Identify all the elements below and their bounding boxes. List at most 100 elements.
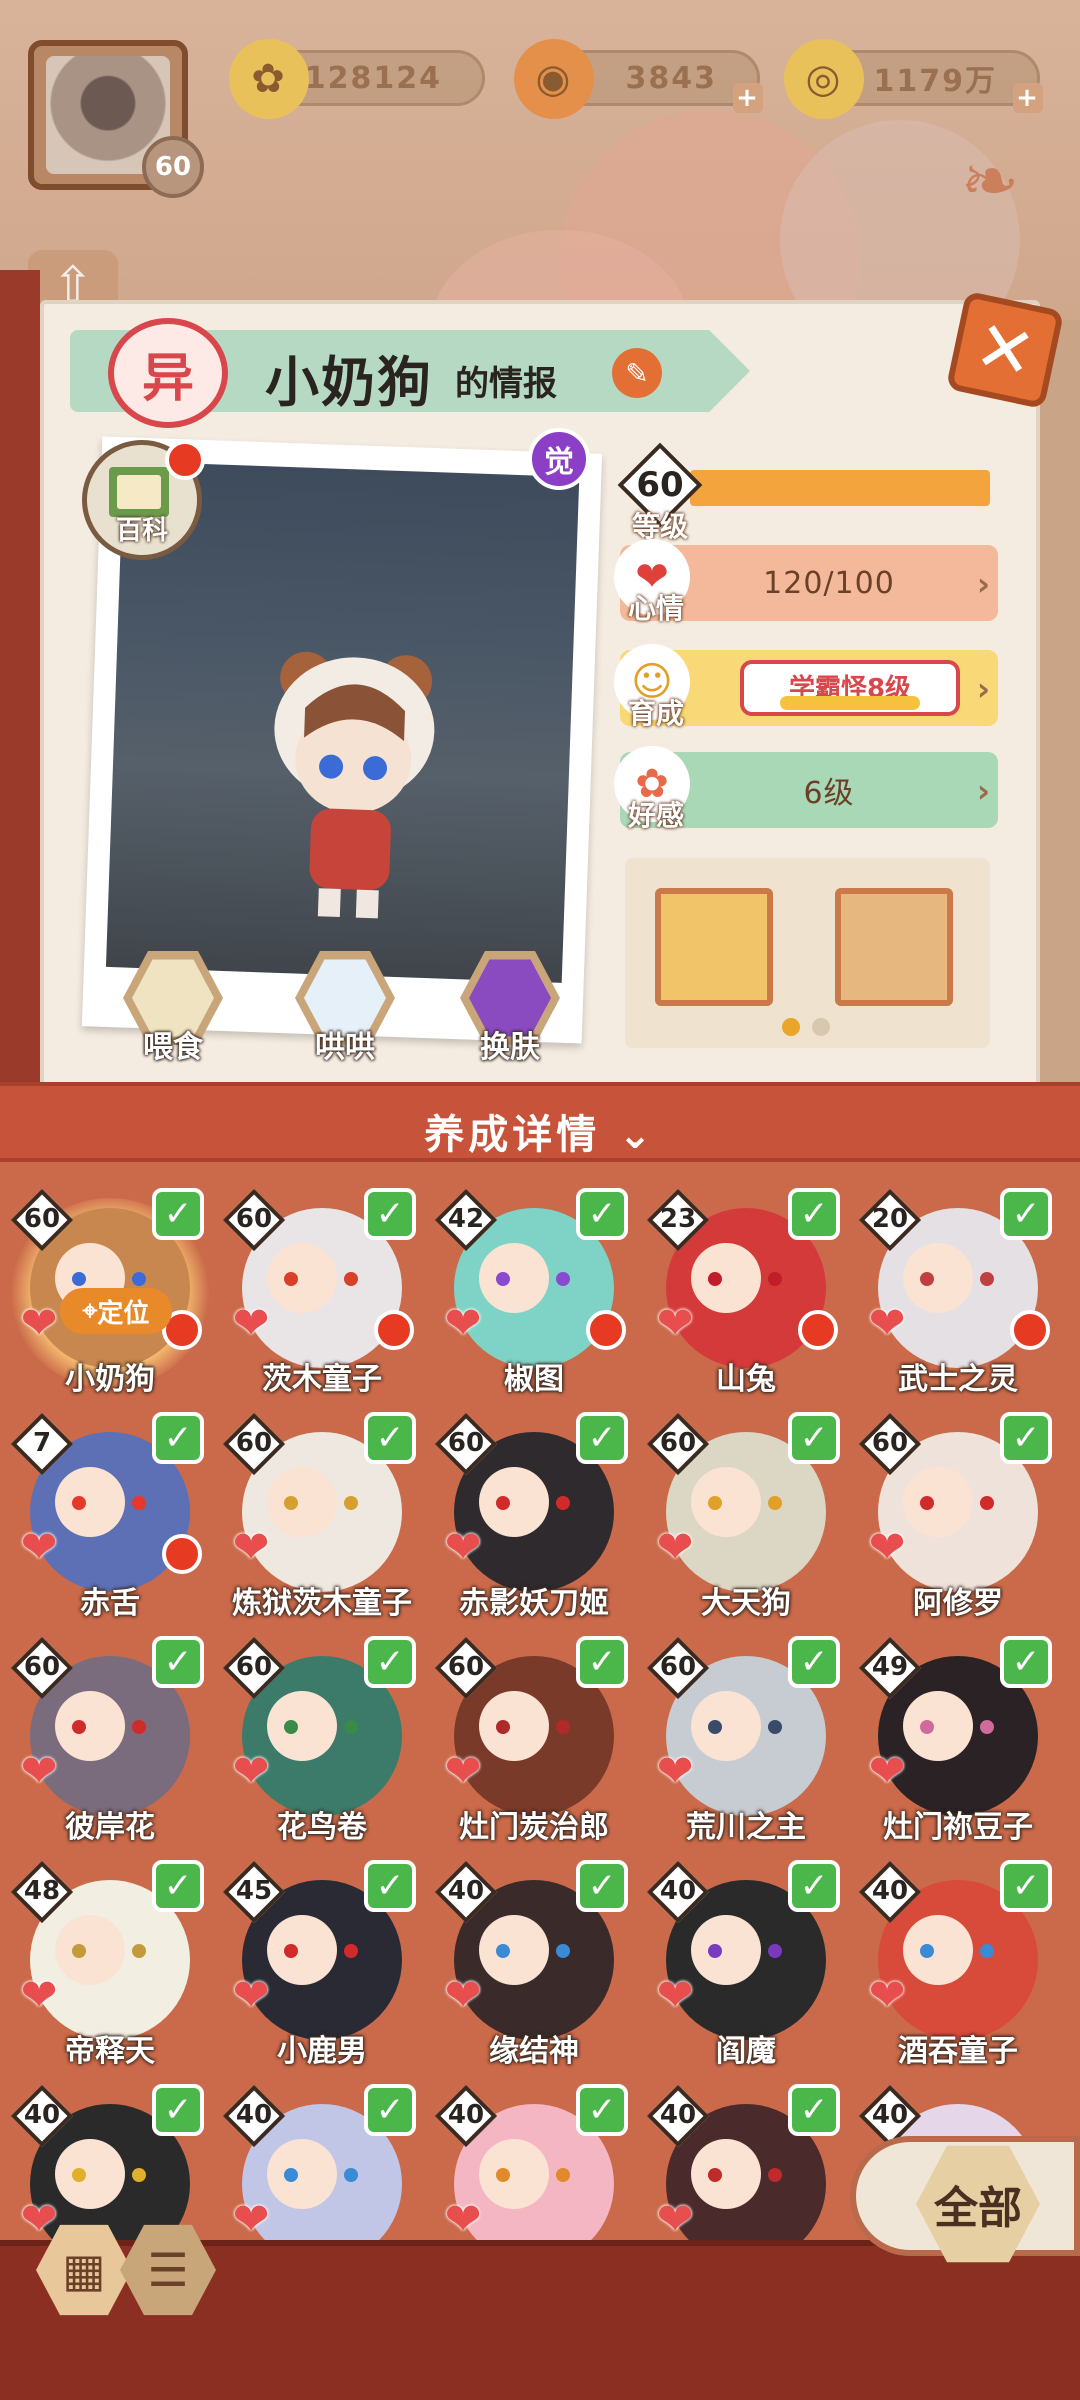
character-level-badge: 7 bbox=[10, 1412, 74, 1476]
add-gold-coin-button[interactable]: + bbox=[1013, 83, 1043, 113]
character-cell[interactable]: 23 ✓ ❤ 山兔 bbox=[646, 1188, 846, 1408]
character-eye bbox=[132, 1496, 146, 1510]
taiyaki-fish-icon[interactable]: ❧ bbox=[955, 140, 1025, 250]
character-cell[interactable]: 60 ✓ ❤ 花鸟卷 bbox=[222, 1636, 422, 1856]
filter-button[interactable]: 全部 bbox=[850, 2136, 1080, 2263]
growth-row[interactable]: ☺ 育成 学霸怪8级 › bbox=[614, 644, 998, 730]
gift-daruma-item[interactable] bbox=[835, 888, 953, 1006]
mood-row[interactable]: ❤ 心情 120/100 › bbox=[614, 539, 998, 625]
character-level: 60 bbox=[659, 1428, 697, 1458]
notification-dot bbox=[374, 1310, 414, 1350]
character-cell[interactable]: 40 ✓ ❤ 酒吞童子 bbox=[858, 1860, 1058, 2080]
character-eye bbox=[132, 1272, 146, 1286]
add-red-coin-button[interactable]: + bbox=[733, 83, 763, 113]
character-cell[interactable]: 60 ✓ ❤ 灶门炭治郎 bbox=[434, 1636, 634, 1856]
edit-icon[interactable]: ✎ bbox=[612, 348, 662, 398]
notification-dot bbox=[1010, 1310, 1050, 1350]
check-icon: ✓ bbox=[576, 1860, 628, 1912]
comfort-label: 哄哄 bbox=[315, 1030, 375, 1065]
player-avatar[interactable]: 60 bbox=[28, 40, 204, 198]
character-eye bbox=[344, 1272, 358, 1286]
heart-icon: ❤ bbox=[444, 1970, 482, 2021]
growth-stars bbox=[780, 696, 920, 710]
resource-red-coin[interactable]: ◉ 3843 + bbox=[514, 39, 763, 119]
skin-button[interactable]: 换肤 bbox=[455, 948, 565, 1065]
section-title-text: 养成详情 bbox=[424, 1112, 601, 1158]
gift-carousel[interactable] bbox=[625, 858, 990, 1048]
book-spine bbox=[0, 270, 40, 1090]
character-cell[interactable]: 48 ✓ ❤ 帝释天 bbox=[10, 1860, 210, 2080]
character-level: 49 bbox=[871, 1652, 909, 1682]
character-level: 40 bbox=[23, 2100, 61, 2130]
character-eye bbox=[768, 1496, 782, 1510]
character-eye bbox=[556, 1496, 570, 1510]
mood-value: 120/100 bbox=[763, 565, 895, 601]
check-icon: ✓ bbox=[576, 1636, 628, 1688]
close-button[interactable]: ✕ bbox=[945, 290, 1065, 410]
favor-row[interactable]: ✿ 好感 6级 › bbox=[614, 746, 998, 832]
character-level-badge: 42 bbox=[434, 1188, 498, 1252]
character-eye bbox=[284, 1720, 298, 1734]
character-eye bbox=[920, 1496, 934, 1510]
character-cell[interactable]: 60 ✓ ❤ 荒川之主 bbox=[646, 1636, 846, 1856]
feed-button[interactable]: 喂食 bbox=[118, 948, 228, 1065]
check-icon: ✓ bbox=[1000, 1412, 1052, 1464]
character-eye bbox=[72, 1272, 86, 1286]
check-icon: ✓ bbox=[152, 1860, 204, 1912]
character-cell[interactable]: 40 ✓ ❤ 阎魔 bbox=[646, 1860, 846, 2080]
favor-value: 6级 bbox=[803, 776, 855, 811]
section-header[interactable]: 养成详情 ⌄ bbox=[0, 1082, 1080, 1162]
character-eye bbox=[556, 1720, 570, 1734]
check-icon: ✓ bbox=[364, 1412, 416, 1464]
character-level-badge: 20 bbox=[858, 1188, 922, 1252]
character-cell[interactable]: 42 ✓ ❤ 椒图 bbox=[434, 1188, 634, 1408]
character-name-label: 赤舌 bbox=[80, 1586, 140, 1621]
section-title: 养成详情 ⌄ bbox=[0, 1102, 1080, 1160]
character-cell[interactable]: 7 ✓ ❤ 赤舌 bbox=[10, 1412, 210, 1632]
character-level: 7 bbox=[32, 1428, 52, 1458]
character-name-label: 椒图 bbox=[504, 1362, 564, 1397]
character-level: 40 bbox=[447, 2100, 485, 2130]
character-eye bbox=[708, 1496, 722, 1510]
character-cell[interactable]: 60 ✓ ❤ 阿修罗 bbox=[858, 1412, 1058, 1632]
character-eye bbox=[72, 1496, 86, 1510]
feed-label: 喂食 bbox=[143, 1030, 203, 1065]
character-name-label: 彼岸花 bbox=[65, 1810, 155, 1845]
character-eye bbox=[556, 1272, 570, 1286]
character-eye bbox=[708, 1720, 722, 1734]
character-cell[interactable]: 49 ✓ ❤ 灶门祢豆子 bbox=[858, 1636, 1058, 1856]
gift-food-item[interactable] bbox=[655, 888, 773, 1006]
character-level: 60 bbox=[23, 1652, 61, 1682]
character-eye bbox=[980, 1944, 994, 1958]
check-icon: ✓ bbox=[1000, 1636, 1052, 1688]
character-eye bbox=[556, 2168, 570, 2182]
character-cell[interactable]: 60 ✓ ❤ ⌖ 定位 小奶狗 bbox=[10, 1188, 210, 1408]
character-cell[interactable]: 60 ✓ ❤ 茨木童子 bbox=[222, 1188, 422, 1408]
character-cell[interactable]: 45 ✓ ❤ 小鹿男 bbox=[222, 1860, 422, 2080]
resource-gold-coin[interactable]: ◎ 1179万 + bbox=[784, 39, 1043, 119]
character-eye bbox=[708, 1272, 722, 1286]
character-cell[interactable]: 60 ✓ ❤ 彼岸花 bbox=[10, 1636, 210, 1856]
character-name-label: 炼狱茨木童子 bbox=[232, 1586, 412, 1621]
resource-gold-flower[interactable]: ✿ 128124 bbox=[229, 39, 485, 119]
character-eye bbox=[344, 1944, 358, 1958]
character-cell[interactable]: 40 ✓ ❤ 缘结神 bbox=[434, 1860, 634, 2080]
locate-label: 定位 bbox=[97, 1298, 150, 1329]
locate-tag[interactable]: ⌖ 定位 bbox=[60, 1288, 172, 1334]
character-eye bbox=[496, 1720, 510, 1734]
mood-label: 心情 bbox=[628, 592, 685, 625]
character-name-label: 阎魔 bbox=[716, 2034, 776, 2069]
check-icon: ✓ bbox=[1000, 1860, 1052, 1912]
character-eye bbox=[132, 2168, 146, 2182]
character-eye bbox=[920, 1272, 934, 1286]
character-cell[interactable]: 60 ✓ ❤ 大天狗 bbox=[646, 1412, 846, 1632]
character-cell[interactable]: 20 ✓ ❤ 武士之灵 bbox=[858, 1188, 1058, 1408]
character-name-label: 赤影妖刀姬 bbox=[459, 1586, 609, 1621]
resource-value: 1179万 bbox=[873, 64, 997, 99]
character-cell[interactable]: 60 ✓ ❤ 炼狱茨木童子 bbox=[222, 1412, 422, 1632]
character-level: 60 bbox=[659, 1652, 697, 1682]
comfort-button[interactable]: 哄哄 bbox=[290, 948, 400, 1065]
character-level: 20 bbox=[871, 1204, 909, 1234]
awaken-icon[interactable]: 觉 bbox=[528, 428, 590, 490]
character-cell[interactable]: 60 ✓ ❤ 赤影妖刀姬 bbox=[434, 1412, 634, 1632]
